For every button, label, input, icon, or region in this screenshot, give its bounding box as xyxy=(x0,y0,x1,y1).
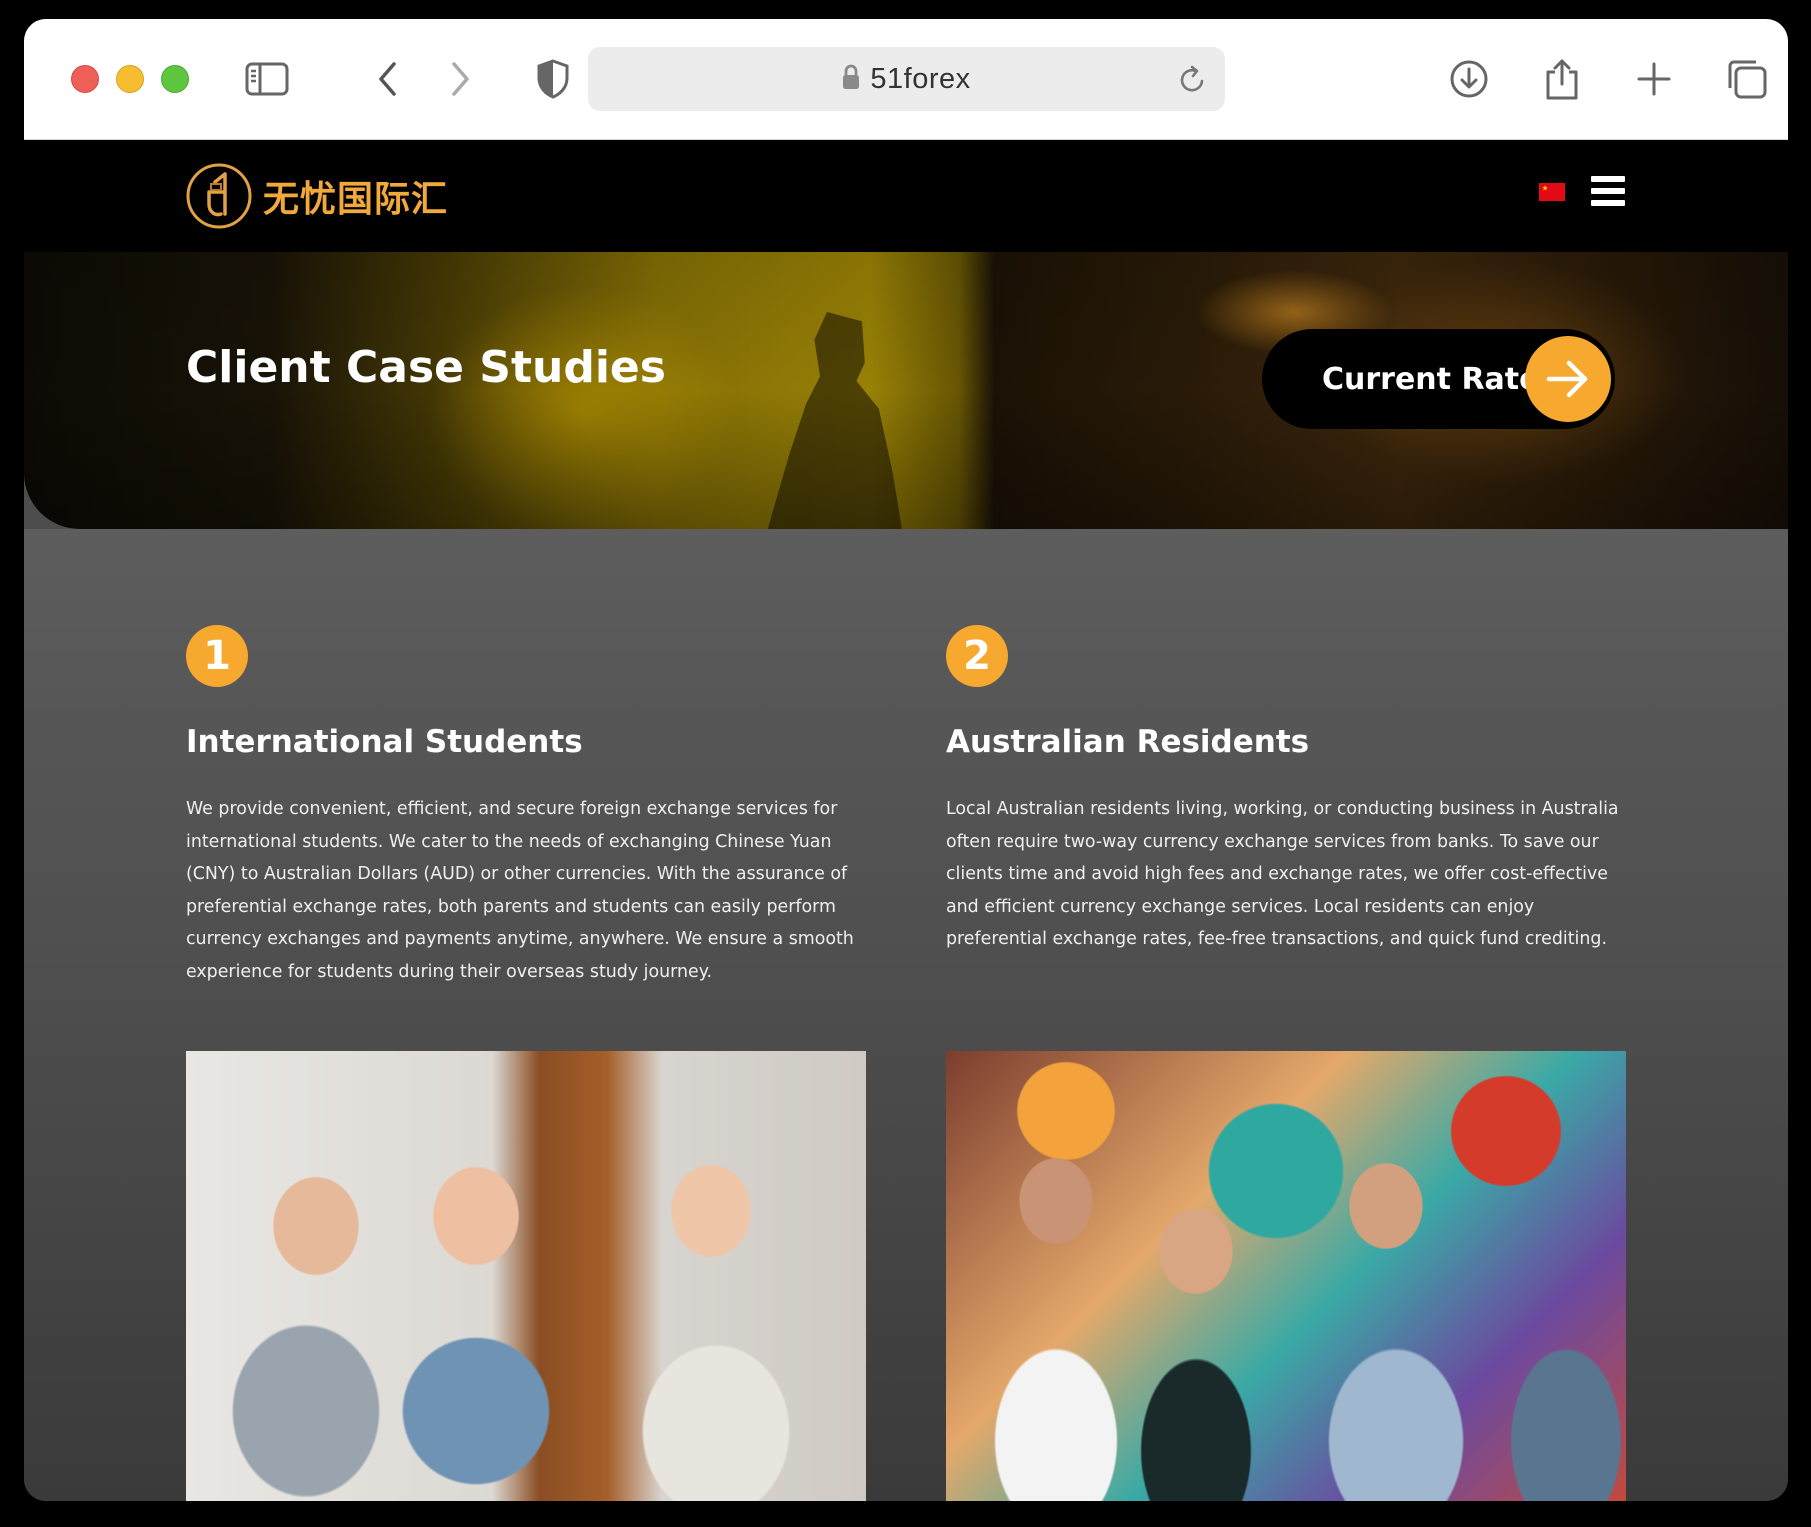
share-icon[interactable] xyxy=(1538,59,1586,100)
zoom-window-button[interactable] xyxy=(161,65,189,93)
logo-emblem-icon xyxy=(186,163,252,229)
logo-text: 无忧国际汇 xyxy=(263,179,449,220)
back-icon[interactable] xyxy=(364,59,412,99)
forward-icon[interactable] xyxy=(436,59,484,99)
url-text: 51forex xyxy=(870,62,971,95)
browser-window: 51forex 无忧国际汇 Client Case Studies Curren… xyxy=(24,19,1788,1501)
shield-icon[interactable] xyxy=(529,59,577,99)
reload-icon[interactable] xyxy=(1175,61,1211,97)
sidebar-icon[interactable] xyxy=(243,59,291,99)
new-tab-icon[interactable] xyxy=(1630,59,1678,99)
close-window-button[interactable] xyxy=(71,65,99,93)
step-number-badge: 1 xyxy=(186,625,248,687)
china-flag-icon[interactable] xyxy=(1539,183,1565,201)
browser-toolbar: 51forex xyxy=(24,19,1788,140)
site-header: 无忧国际汇 xyxy=(24,140,1788,252)
menu-icon[interactable] xyxy=(1591,176,1625,206)
residents-photo xyxy=(946,1051,1626,1501)
case-studies-section: 1 International Students We provide conv… xyxy=(24,529,1788,1501)
step-number-badge: 2 xyxy=(946,625,1008,687)
page-title: Client Case Studies xyxy=(186,342,666,393)
card-description: We provide convenient, efficient, and se… xyxy=(186,799,854,982)
card-title: International Students xyxy=(186,724,583,760)
current-rates-label: Current Rates xyxy=(1322,361,1558,397)
arrow-right-icon xyxy=(1525,336,1611,422)
card-description: Local Australian residents living, worki… xyxy=(946,799,1619,950)
site-logo[interactable]: 无忧国际汇 xyxy=(185,160,448,232)
hero-banner: Client Case Studies Current Rates xyxy=(24,252,1788,529)
download-icon[interactable] xyxy=(1445,59,1493,99)
minimize-window-button[interactable] xyxy=(116,65,144,93)
current-rates-button[interactable]: Current Rates xyxy=(1262,329,1615,429)
address-bar[interactable]: 51forex xyxy=(588,47,1225,111)
card-title: Australian Residents xyxy=(946,724,1310,760)
lock-icon xyxy=(842,64,860,94)
students-photo xyxy=(186,1051,866,1501)
tabs-icon[interactable] xyxy=(1723,59,1771,99)
